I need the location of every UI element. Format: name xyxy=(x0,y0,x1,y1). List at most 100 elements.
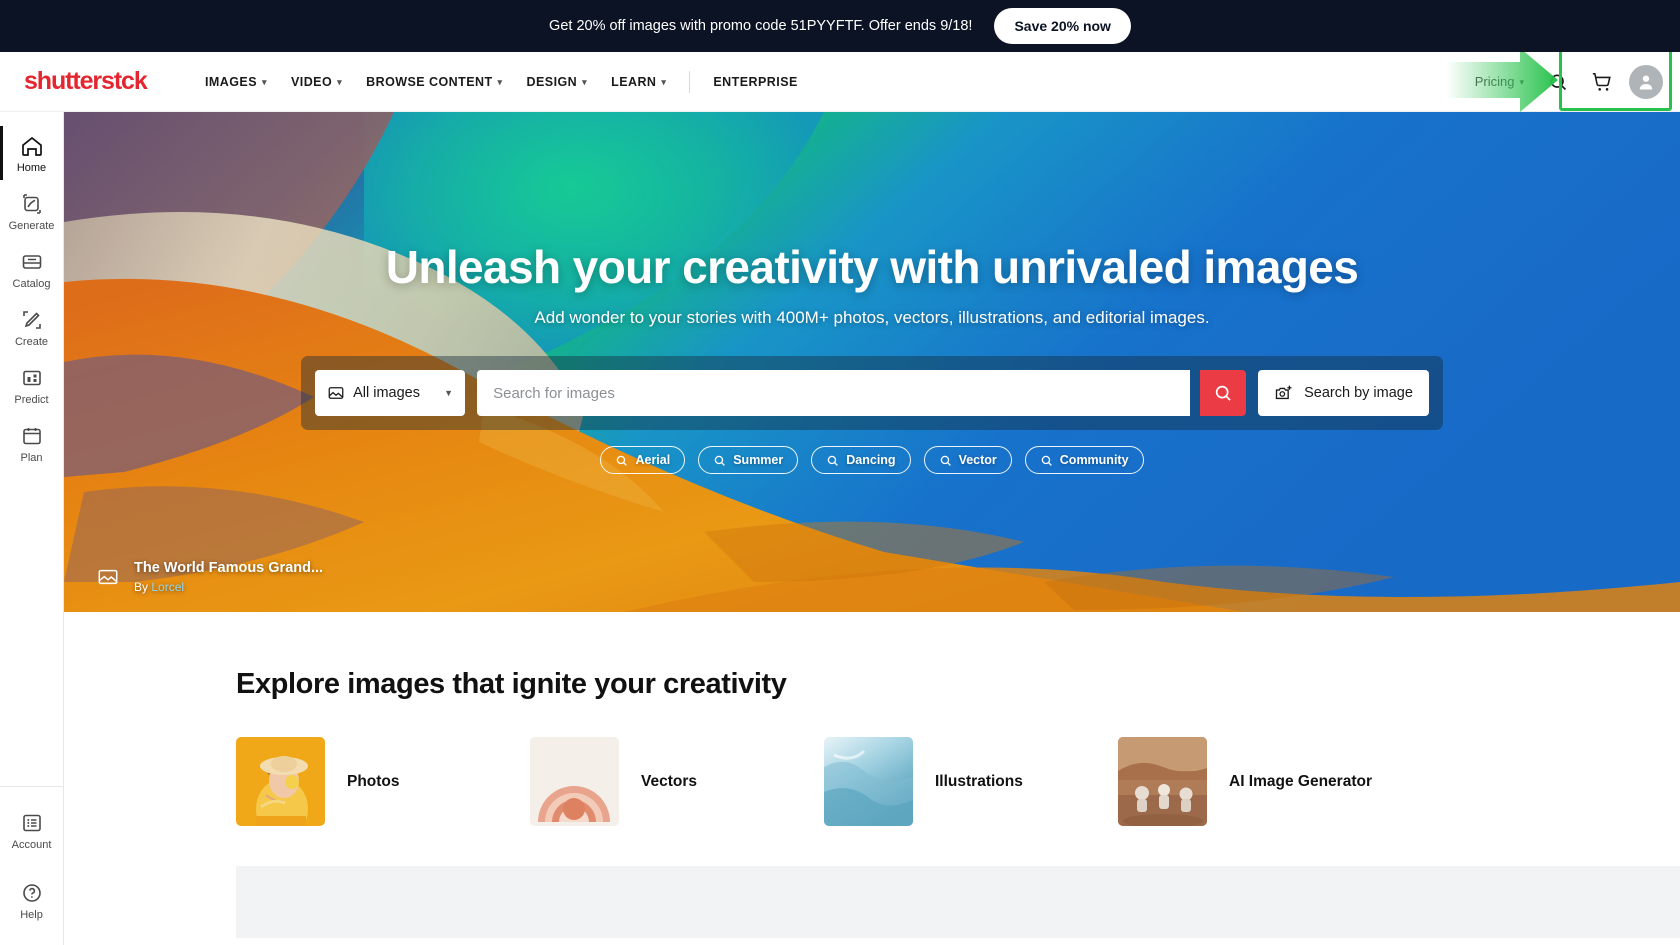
nav-item-images[interactable]: IMAGES ▾ xyxy=(194,67,278,97)
nav-item-design[interactable]: DESIGN ▾ xyxy=(516,67,599,97)
main-content: Unleash your creativity with unrivaled i… xyxy=(64,112,1680,945)
chevron-down-icon: ▾ xyxy=(497,77,503,87)
chip-label: Summer xyxy=(733,453,784,467)
sidebar-item-home[interactable]: Home xyxy=(0,124,64,182)
nav-label: ENTERPRISE xyxy=(713,74,798,89)
explore-section: Explore images that ignite your creativi… xyxy=(64,612,1680,945)
sidebar-label: Plan xyxy=(20,452,43,464)
pricing-label: Pricing xyxy=(1474,74,1515,89)
chip-vector[interactable]: Vector xyxy=(923,446,1012,474)
catalog-icon xyxy=(22,255,41,269)
sidebar-item-catalog[interactable]: Catalog xyxy=(0,240,64,298)
nav-label: IMAGES xyxy=(205,74,258,89)
search-icon xyxy=(714,455,726,466)
save-now-button[interactable]: Save 20% now xyxy=(994,8,1131,44)
chevron-down-icon: ▾ xyxy=(1519,77,1524,87)
explore-categories: Photos Vectors Illustrations AI Image Ge… xyxy=(236,737,1680,826)
cart-button[interactable] xyxy=(1582,62,1622,102)
account-avatar-icon xyxy=(1639,75,1653,89)
sidebar-label: Create xyxy=(14,336,49,348)
search-input-wrapper[interactable] xyxy=(477,370,1191,416)
nav-item-video[interactable]: VIDEO ▾ xyxy=(280,67,353,97)
search-submit-button[interactable] xyxy=(1200,370,1247,416)
account-list-icon xyxy=(22,814,41,832)
category-illustrations[interactable]: Illustrations xyxy=(824,737,1118,826)
search-icon xyxy=(617,455,628,466)
hero-search-bar: All images ▼ Search for images Search by… xyxy=(301,356,1443,430)
chip-community[interactable]: Community xyxy=(1024,446,1144,474)
chip-dancing[interactable]: Dancing xyxy=(811,446,911,474)
help-question-icon xyxy=(22,884,41,902)
predict-grid-icon xyxy=(22,370,41,386)
search-icon xyxy=(1215,385,1231,401)
main-navigation: IMAGES ▾ VIDEO ▾ BROWSE CONTENT ▾ DESIGN… xyxy=(194,67,809,97)
site-header: shutterstck IMAGES ▾ VIDEO ▾ BROWSE CONT… xyxy=(0,47,1680,112)
sidebar-item-create[interactable]: Create xyxy=(0,298,64,356)
image-type-value: All images xyxy=(353,385,420,401)
hero-banner: Unleash your creativity with unrivaled i… xyxy=(64,112,1680,612)
nav-label: VIDEO xyxy=(290,74,333,89)
category-thumbnail xyxy=(236,737,325,826)
search-icon xyxy=(940,455,951,466)
category-label: Illustrations xyxy=(935,772,1023,790)
pricing-menu[interactable]: Pricing ▾ xyxy=(1465,66,1534,97)
plan-calendar-icon xyxy=(22,428,41,445)
concentric-arches-vector xyxy=(530,737,619,826)
attribution-by-label: By xyxy=(134,580,149,594)
chip-label: Community xyxy=(1059,453,1129,467)
category-photos[interactable]: Photos xyxy=(236,737,530,826)
nav-item-browse-content[interactable]: BROWSE CONTENT ▾ xyxy=(355,67,513,97)
chip-summer[interactable]: Summer xyxy=(698,446,799,474)
search-by-image-button[interactable]: Search by image xyxy=(1258,370,1429,416)
generate-icon xyxy=(22,194,41,214)
category-label: Photos xyxy=(347,772,400,790)
category-vectors[interactable]: Vectors xyxy=(530,737,824,826)
category-thumbnail xyxy=(824,737,913,826)
woman-in-yellow-photo xyxy=(236,737,325,826)
account-button[interactable] xyxy=(1626,62,1666,102)
sidebar-item-plan[interactable]: Plan xyxy=(0,414,64,472)
attribution-author-link[interactable]: Lorcel xyxy=(151,580,184,594)
nav-item-enterprise[interactable]: ENTERPRISE xyxy=(702,67,808,97)
sidebar-label: Predict xyxy=(14,394,49,406)
chevron-down-icon: ▼ xyxy=(444,388,454,398)
nav-label: BROWSE CONTENT xyxy=(366,74,493,89)
sidebar-label: Catalog xyxy=(12,278,51,290)
astronauts-on-mars-photo xyxy=(1118,737,1207,826)
category-label: AI Image Generator xyxy=(1229,772,1372,790)
image-icon xyxy=(98,569,118,585)
sidebar-item-account[interactable]: Account xyxy=(0,801,64,859)
cart-icon xyxy=(1592,72,1611,91)
sidebar-item-generate[interactable]: Generate xyxy=(0,182,64,240)
header-search-button[interactable] xyxy=(1538,62,1578,102)
chevron-down-icon: ▾ xyxy=(337,77,343,87)
chevron-down-icon: ▾ xyxy=(262,77,267,87)
home-icon xyxy=(21,136,42,156)
image-type-select[interactable]: All images ▼ xyxy=(315,370,466,416)
chevron-down-icon: ▾ xyxy=(582,77,588,87)
category-label: Vectors xyxy=(641,772,698,790)
promo-text: Get 20% off images with promo code 51PYY… xyxy=(549,18,973,34)
search-icon xyxy=(1550,74,1567,90)
sidebar-label: Help xyxy=(20,909,43,921)
search-input[interactable] xyxy=(493,384,1175,402)
shutterstock-logo[interactable]: shutterstck xyxy=(24,67,172,96)
avatar xyxy=(1629,64,1663,99)
sidebar-label: Home xyxy=(16,162,47,174)
category-ai-image-generator[interactable]: AI Image Generator xyxy=(1118,737,1412,826)
sidebar-bottom: Account Help xyxy=(0,786,64,945)
nav-item-learn[interactable]: LEARN ▾ xyxy=(600,67,677,97)
search-icon xyxy=(1041,455,1052,466)
explore-title: Explore images that ignite your creativi… xyxy=(236,668,787,700)
hero-attribution[interactable]: The World Famous Grand... By Lorcel xyxy=(96,560,323,594)
create-pencil-icon xyxy=(22,311,41,329)
chip-aerial[interactable]: Aerial xyxy=(600,446,686,474)
page-body: Home Generate Catalog Create Predict Pla… xyxy=(0,112,1680,945)
chip-label: Dancing xyxy=(846,453,896,467)
sidebar-label: Account xyxy=(11,839,52,851)
category-thumbnail xyxy=(530,737,619,826)
sidebar-item-predict[interactable]: Predict xyxy=(0,356,64,414)
sidebar-item-help[interactable]: Help xyxy=(0,871,64,929)
chip-label: Aerial xyxy=(635,453,671,467)
attribution-author: By Lorcel xyxy=(134,580,323,594)
